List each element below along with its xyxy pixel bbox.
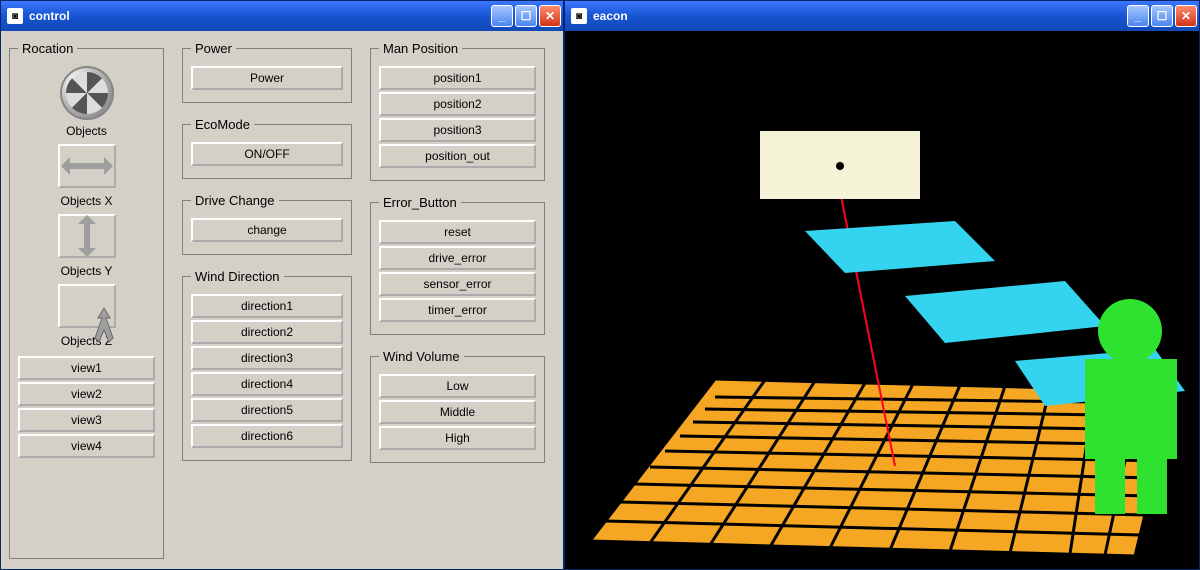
group-wind-direction: Wind Direction direction1 direction2 dir… bbox=[182, 269, 352, 461]
column-right: Man Position position1 position2 positio… bbox=[370, 41, 545, 559]
objects-y-label: Objects Y bbox=[61, 264, 113, 278]
group-drive-change: Drive Change change bbox=[182, 193, 352, 255]
view3-button[interactable]: view3 bbox=[18, 408, 155, 432]
high-button[interactable]: High bbox=[379, 426, 536, 450]
direction6-button[interactable]: direction6 bbox=[191, 424, 343, 448]
scene-svg bbox=[565, 31, 1199, 569]
close-button[interactable]: ✕ bbox=[539, 5, 561, 27]
view2-button[interactable]: view2 bbox=[18, 382, 155, 406]
minimize-button[interactable]: _ bbox=[491, 5, 513, 27]
group-wind-volume: Wind Volume Low Middle High bbox=[370, 349, 545, 463]
legend-drive-change: Drive Change bbox=[191, 193, 279, 208]
direction5-button[interactable]: direction5 bbox=[191, 398, 343, 422]
direction1-button[interactable]: direction1 bbox=[191, 294, 343, 318]
blade-1 bbox=[805, 221, 995, 273]
timer-error-button[interactable]: timer_error bbox=[379, 298, 536, 322]
power-button[interactable]: Power bbox=[191, 66, 343, 90]
group-man-position: Man Position position1 position2 positio… bbox=[370, 41, 545, 181]
blade-2 bbox=[905, 281, 1105, 343]
direction4-button[interactable]: direction4 bbox=[191, 372, 343, 396]
ac-sensor-dot bbox=[836, 162, 844, 170]
eacon-titlebar[interactable]: ◙ eacon _ ☐ ✕ bbox=[565, 1, 1199, 31]
ecomode-button[interactable]: ON/OFF bbox=[191, 142, 343, 166]
maximize-button[interactable]: ☐ bbox=[1151, 5, 1173, 27]
rotate-icon[interactable] bbox=[60, 66, 114, 120]
objects-y-control[interactable] bbox=[58, 214, 116, 258]
control-client: Rocation Objects Objects X Objects Y bbox=[1, 31, 563, 569]
control-titlebar[interactable]: ◙ control _ ☐ ✕ bbox=[1, 1, 563, 31]
legend-man-position: Man Position bbox=[379, 41, 462, 56]
eacon-window: ◙ eacon _ ☐ ✕ bbox=[564, 0, 1200, 570]
group-power: Power Power bbox=[182, 41, 352, 103]
arrow-horizontal-icon bbox=[66, 163, 108, 169]
eacon-client bbox=[565, 31, 1199, 569]
change-button[interactable]: change bbox=[191, 218, 343, 242]
view1-button[interactable]: view1 bbox=[18, 356, 155, 380]
legend-wind-direction: Wind Direction bbox=[191, 269, 284, 284]
sensor-error-button[interactable]: sensor_error bbox=[379, 272, 536, 296]
control-window: ◙ control _ ☐ ✕ Rocation Objects Objects… bbox=[0, 0, 564, 570]
eacon-title: eacon bbox=[593, 9, 1125, 23]
column-middle: Power Power EcoMode ON/OFF Drive Change … bbox=[182, 41, 352, 559]
objects-z-control[interactable] bbox=[58, 284, 116, 328]
arrow-vertical-icon bbox=[84, 220, 90, 252]
direction2-button[interactable]: direction2 bbox=[191, 320, 343, 344]
direction3-button[interactable]: direction3 bbox=[191, 346, 343, 370]
position-out-button[interactable]: position_out bbox=[379, 144, 536, 168]
close-button[interactable]: ✕ bbox=[1175, 5, 1197, 27]
legend-ecomode: EcoMode bbox=[191, 117, 254, 132]
group-rocation: Rocation Objects Objects X Objects Y bbox=[9, 41, 164, 559]
3d-scene[interactable] bbox=[565, 31, 1199, 569]
position1-button[interactable]: position1 bbox=[379, 66, 536, 90]
column-rocation: Rocation Objects Objects X Objects Y bbox=[9, 41, 164, 559]
position3-button[interactable]: position3 bbox=[379, 118, 536, 142]
objects-x-control[interactable] bbox=[58, 144, 116, 188]
app-icon: ◙ bbox=[7, 8, 23, 24]
app-icon: ◙ bbox=[571, 8, 587, 24]
minimize-button[interactable]: _ bbox=[1127, 5, 1149, 27]
group-ecomode: EcoMode ON/OFF bbox=[182, 117, 352, 179]
maximize-button[interactable]: ☐ bbox=[515, 5, 537, 27]
low-button[interactable]: Low bbox=[379, 374, 536, 398]
group-error-button: Error_Button reset drive_error sensor_er… bbox=[370, 195, 545, 335]
legend-power: Power bbox=[191, 41, 236, 56]
control-title: control bbox=[29, 9, 489, 23]
legend-wind-volume: Wind Volume bbox=[379, 349, 464, 364]
legend-error-button: Error_Button bbox=[379, 195, 461, 210]
view4-button[interactable]: view4 bbox=[18, 434, 155, 458]
legend-rocation: Rocation bbox=[18, 41, 77, 56]
drive-error-button[interactable]: drive_error bbox=[379, 246, 536, 270]
reset-button[interactable]: reset bbox=[379, 220, 536, 244]
objects-label: Objects bbox=[66, 124, 107, 138]
middle-button[interactable]: Middle bbox=[379, 400, 536, 424]
position2-button[interactable]: position2 bbox=[379, 92, 536, 116]
